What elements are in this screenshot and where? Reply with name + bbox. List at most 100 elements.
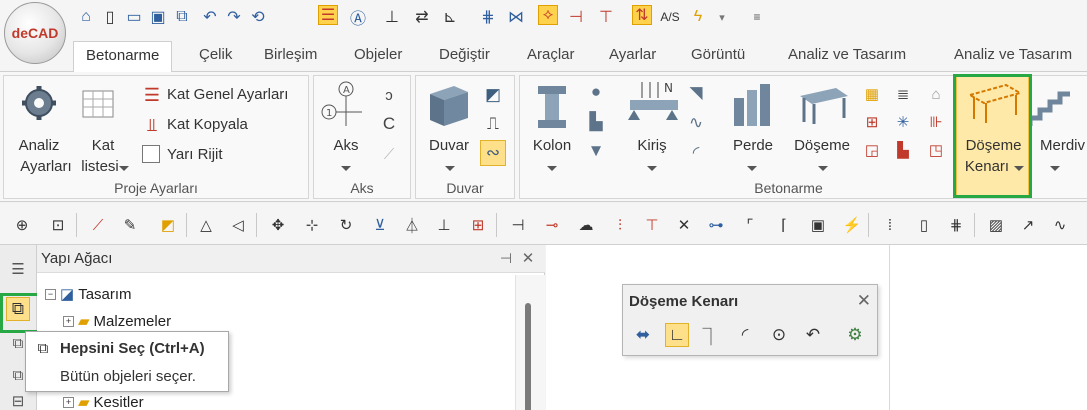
zoom-window-icon[interactable]: ⊕ <box>12 215 32 235</box>
mirror-icon[interactable]: ⏃ <box>402 215 422 235</box>
up-down-arrow-icon[interactable]: ⇅ <box>632 5 652 25</box>
slab-step-icon[interactable]: ▙ <box>892 140 914 160</box>
tab-analiz-tasarim-2[interactable]: Analiz ve Tasarım <box>954 46 1072 63</box>
open-folder-icon[interactable]: ▭ <box>124 7 144 27</box>
analiz-button-label[interactable]: Analiz <box>12 135 66 156</box>
filter-icon[interactable]: ⊟ <box>8 393 28 410</box>
slab-grid-icon[interactable]: ⊞ <box>861 112 883 132</box>
fillet-icon[interactable]: ⌜ <box>740 215 760 235</box>
undo-icon[interactable]: ↶ <box>200 7 220 27</box>
break-icon[interactable]: ⊣ <box>566 7 586 27</box>
triangle-icon[interactable]: △ <box>196 215 216 235</box>
arc-edge-icon[interactable]: ↶ <box>801 323 825 347</box>
ayarlari-button-label[interactable]: Ayarları <box>9 156 83 177</box>
text-style-icon[interactable]: A/S <box>660 7 680 27</box>
slab-fill-icon[interactable]: ▦ <box>861 84 883 104</box>
layers-icon[interactable]: ☰ <box>318 5 338 25</box>
lightning-icon[interactable]: ϟ <box>688 7 708 27</box>
break-point-icon[interactable]: ⫶ <box>610 215 630 235</box>
align-icon[interactable]: ⊥ <box>434 215 454 235</box>
save-all-icon[interactable]: ⧉ <box>172 7 192 27</box>
expand-icon[interactable]: + <box>63 315 74 327</box>
app-logo[interactable]: deCAD <box>4 2 66 64</box>
chevron-down-icon[interactable] <box>816 162 830 174</box>
listesi-button-label[interactable]: listesi <box>78 156 122 177</box>
axis-arc-icon[interactable]: ↄ <box>378 84 400 106</box>
dimension-icon[interactable]: ⊥ <box>382 7 402 27</box>
scale-icon[interactable]: ⊻ <box>370 215 390 235</box>
page-icon[interactable]: ▯ <box>914 215 934 235</box>
l-column-icon[interactable]: ▙ <box>584 112 608 132</box>
box-icon[interactable]: ▣ <box>808 215 828 235</box>
snap-active-icon[interactable]: ⟡ <box>538 5 558 25</box>
rotate-icon[interactable]: ↻ <box>336 215 356 235</box>
pick-icon[interactable]: ⟋ <box>88 215 108 235</box>
text-box-icon[interactable]: Ⓐ <box>348 7 368 28</box>
tree-scrollbar[interactable] <box>515 275 545 410</box>
duvar-button-label[interactable]: Duvar <box>424 135 474 156</box>
tab-objeler[interactable]: Objeler <box>354 46 402 63</box>
snap-icon[interactable]: ⋈ <box>506 7 526 27</box>
kat-kopyala-button[interactable]: Kat Kopyala <box>167 115 248 135</box>
wall-curve-icon[interactable]: ∾ <box>480 140 506 166</box>
kiris-button-label[interactable]: Kiriş <box>632 135 672 156</box>
wall-corner-icon[interactable]: ◩ <box>482 84 504 106</box>
kat-button-label[interactable]: Kat <box>88 135 118 156</box>
image-icon[interactable]: ▨ <box>986 215 1006 235</box>
perde-button-label[interactable]: Perde <box>728 135 778 156</box>
slab-edge-icon[interactable]: ⬌ <box>631 323 655 347</box>
polygon-icon[interactable]: ◁ <box>228 215 248 235</box>
slab-cross-icon[interactable]: ✳ <box>892 112 914 132</box>
kolon-button-label[interactable]: Kolon <box>528 135 576 156</box>
tab-celik[interactable]: Çelik <box>199 46 232 63</box>
cloud-icon[interactable]: ☁ <box>576 215 596 235</box>
capital-column-icon[interactable]: ▼ <box>584 140 608 162</box>
tree-node[interactable]: − ◪ Tasarım <box>45 285 132 303</box>
split-line-icon[interactable]: ⊤ <box>642 215 662 235</box>
yari-rijit-checkbox[interactable] <box>142 145 160 163</box>
chevron-down-icon[interactable] <box>645 162 659 174</box>
slab-hatch-icon[interactable]: ≣ <box>892 84 914 104</box>
tab-birlesim[interactable]: Birleşim <box>264 46 317 63</box>
wand-icon[interactable]: ⚡ <box>842 215 862 235</box>
wall-opening-icon[interactable]: ⎍ <box>482 113 504 135</box>
close-icon[interactable]: ✕ <box>857 291 871 311</box>
save-icon[interactable]: ▣ <box>148 7 168 27</box>
slab-ribbed-icon[interactable]: ⊪ <box>925 112 947 132</box>
divide-icon[interactable]: ⊶ <box>706 215 726 235</box>
scrollbar-thumb[interactable] <box>525 303 531 410</box>
tab-degistir[interactable]: Değiştir <box>439 46 490 63</box>
arrow-icon[interactable]: ↗ <box>1018 215 1038 235</box>
tree-node[interactable]: + ▰ Malzemeler <box>63 312 171 330</box>
curve-edge-icon[interactable]: ◜ <box>733 323 757 347</box>
home-icon[interactable]: ⌂ <box>76 7 96 27</box>
chamfer-icon[interactable]: ⌈ <box>774 215 794 235</box>
dropdown-icon[interactable]: ▾ <box>712 7 732 27</box>
slab-opening-icon[interactable]: ◲ <box>861 140 883 160</box>
aks-button-label[interactable]: Aks <box>328 135 364 156</box>
zoom-extents-icon[interactable]: ⊡ <box>48 215 68 235</box>
merdiven-button-label[interactable]: Merdiv <box>1040 135 1087 156</box>
chevron-down-icon[interactable] <box>745 162 759 174</box>
pin-icon[interactable]: ⊣ <box>497 249 515 267</box>
move-icon[interactable]: ✥ <box>268 215 288 235</box>
chevron-down-icon[interactable] <box>117 162 131 174</box>
chevron-down-icon[interactable] <box>443 162 457 174</box>
chevron-down-icon[interactable] <box>1048 162 1062 174</box>
tree-node[interactable]: + ▰ Kesitler <box>63 393 144 410</box>
beam-wave-icon[interactable]: ∿ <box>684 112 708 134</box>
pen-icon[interactable]: ✎ <box>120 215 140 235</box>
slab-roof-icon[interactable]: ⌂ <box>925 84 947 104</box>
tab-ayarlar[interactable]: Ayarlar <box>609 46 656 63</box>
doseme-button-label[interactable]: Döşeme <box>790 135 854 156</box>
extend-icon[interactable]: ⊸ <box>542 215 562 235</box>
slab-drop-icon[interactable]: ◳ <box>925 140 947 160</box>
chevron-down-icon[interactable] <box>339 162 353 174</box>
beam-curve-icon[interactable]: ◜ <box>684 142 708 164</box>
tab-araclar[interactable]: Araçlar <box>527 46 575 63</box>
axis-curve-icon[interactable]: C <box>378 113 400 135</box>
customize-icon[interactable]: ≡ <box>747 7 767 27</box>
circle-column-icon[interactable]: ● <box>584 82 608 102</box>
redo-icon[interactable]: ↷ <box>224 7 244 27</box>
chevron-down-icon[interactable] <box>545 162 559 174</box>
